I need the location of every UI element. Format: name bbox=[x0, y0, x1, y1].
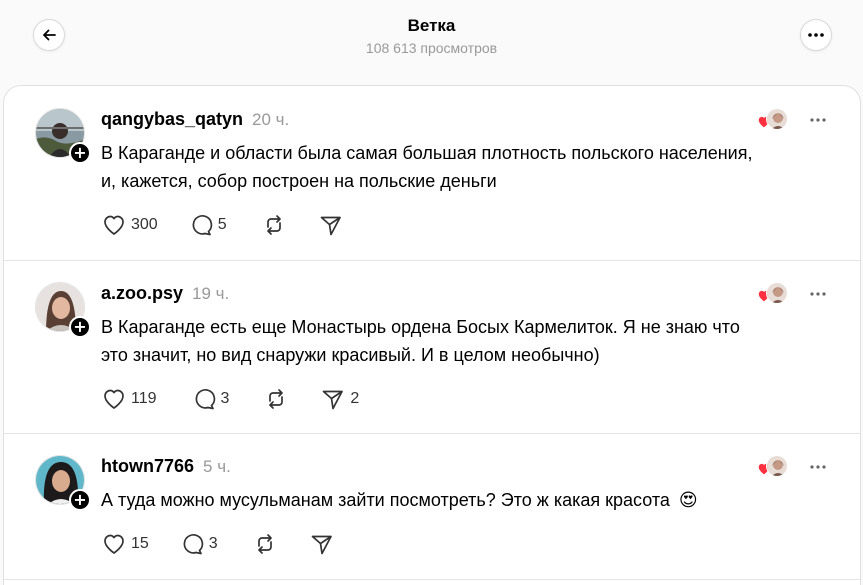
like-button[interactable]: 300 bbox=[102, 214, 158, 236]
share-button[interactable] bbox=[319, 214, 343, 236]
username[interactable]: htown7766 bbox=[101, 456, 194, 477]
more-horizontal-icon bbox=[808, 33, 824, 37]
more-horizontal-icon bbox=[810, 292, 826, 296]
reply-count: 3 bbox=[220, 390, 230, 407]
post-time: 19 ч. bbox=[192, 284, 230, 303]
liker-avatar bbox=[766, 455, 788, 477]
post-text-line: А туда можно мусульманам зайти посмотрет… bbox=[101, 490, 670, 510]
like-button[interactable]: 119 bbox=[102, 388, 157, 410]
liker-avatar bbox=[766, 282, 788, 304]
follow-plus-icon[interactable]: + bbox=[69, 142, 91, 164]
thread-more-button[interactable] bbox=[800, 19, 832, 51]
post-header: a.zoo.psy 19 ч. bbox=[101, 283, 229, 304]
repost-button[interactable] bbox=[262, 214, 286, 236]
username[interactable]: qangybas_qatyn bbox=[101, 109, 243, 130]
view-count: 108 613 просмотров bbox=[365, 40, 498, 56]
thread-card: + qangybas_qatyn 20 ч. В Караганде и обл… bbox=[3, 85, 861, 585]
username[interactable]: a.zoo.psy bbox=[101, 283, 183, 304]
post-text: В Караганде есть еще Монастырь ордена Бо… bbox=[101, 313, 831, 369]
reply-count: 3 bbox=[208, 535, 218, 552]
avatar-wrap[interactable]: + bbox=[35, 455, 91, 511]
liked-by-indicator[interactable] bbox=[757, 455, 789, 477]
post-text-line: и, кажется, собор построен на польские д… bbox=[101, 171, 497, 191]
heart-icon bbox=[104, 215, 124, 235]
follow-plus-icon[interactable]: + bbox=[69, 489, 91, 511]
send-icon bbox=[311, 535, 332, 555]
comment-bubble-icon bbox=[183, 534, 204, 555]
post: + htown7766 5 ч. А туда можно мусульмана… bbox=[4, 434, 860, 584]
post-text: А туда можно мусульманам зайти посмотрет… bbox=[101, 486, 831, 514]
repost-button[interactable] bbox=[253, 533, 277, 555]
post-text-line: В Караганде и области была самая большая… bbox=[101, 143, 753, 163]
avatar-wrap[interactable]: + bbox=[35, 108, 91, 164]
post-header: qangybas_qatyn 20 ч. bbox=[101, 109, 289, 130]
reply-button[interactable]: 3 bbox=[192, 388, 230, 410]
avatar-wrap[interactable]: + bbox=[35, 282, 91, 338]
post-time: 5 ч. bbox=[203, 457, 231, 476]
share-count: 2 bbox=[350, 390, 360, 407]
heart-icon bbox=[104, 389, 124, 409]
reply-count: 5 bbox=[217, 216, 227, 233]
thread-header: Ветка 108 613 просмотров bbox=[0, 0, 863, 85]
comment-bubble-icon bbox=[192, 215, 212, 236]
share-button[interactable] bbox=[310, 533, 334, 555]
repost-icon bbox=[257, 534, 272, 554]
post-header: htown7766 5 ч. bbox=[101, 456, 231, 477]
post-more-button[interactable] bbox=[809, 457, 827, 475]
heart-icon bbox=[104, 534, 124, 554]
like-count: 15 bbox=[131, 535, 149, 552]
liked-by-indicator[interactable] bbox=[757, 282, 789, 304]
repost-icon bbox=[269, 389, 284, 409]
liker-avatar bbox=[766, 108, 788, 130]
like-button[interactable]: 15 bbox=[102, 533, 149, 555]
send-icon bbox=[323, 390, 344, 410]
post-actions: 300 5 bbox=[102, 214, 343, 236]
page-title: Ветка bbox=[407, 16, 456, 35]
post-text: В Караганде и области была самая большая… bbox=[101, 139, 831, 195]
reply-button[interactable]: 5 bbox=[189, 214, 227, 236]
reply-button[interactable]: 3 bbox=[180, 533, 218, 555]
post-more-button[interactable] bbox=[809, 284, 827, 302]
share-button[interactable]: 2 bbox=[321, 388, 359, 410]
more-horizontal-icon bbox=[810, 465, 826, 469]
post-text-line: В Караганде есть еще Монастырь ордена Бо… bbox=[101, 317, 740, 337]
post: + qangybas_qatyn 20 ч. В Караганде и обл… bbox=[4, 86, 860, 260]
send-icon bbox=[320, 216, 341, 236]
post: + a.zoo.psy 19 ч. В Караганде есть еще М… bbox=[4, 261, 860, 433]
follow-plus-icon[interactable]: + bbox=[69, 316, 91, 338]
post-text-line: это значит, но вид снаружи красивый. И в… bbox=[101, 345, 600, 365]
post-more-button[interactable] bbox=[809, 110, 827, 128]
repost-icon bbox=[266, 215, 281, 235]
like-count: 119 bbox=[131, 390, 157, 407]
repost-button[interactable] bbox=[264, 388, 288, 410]
smiling-heart-eyes-emoji: 😍 bbox=[678, 490, 698, 510]
post-actions: 15 3 bbox=[102, 533, 334, 555]
more-horizontal-icon bbox=[810, 118, 826, 122]
liked-by-indicator[interactable] bbox=[757, 108, 789, 130]
comment-bubble-icon bbox=[195, 389, 215, 410]
post-time: 20 ч. bbox=[252, 110, 290, 129]
like-count: 300 bbox=[131, 216, 158, 233]
post-actions: 119 3 2 bbox=[102, 388, 359, 410]
